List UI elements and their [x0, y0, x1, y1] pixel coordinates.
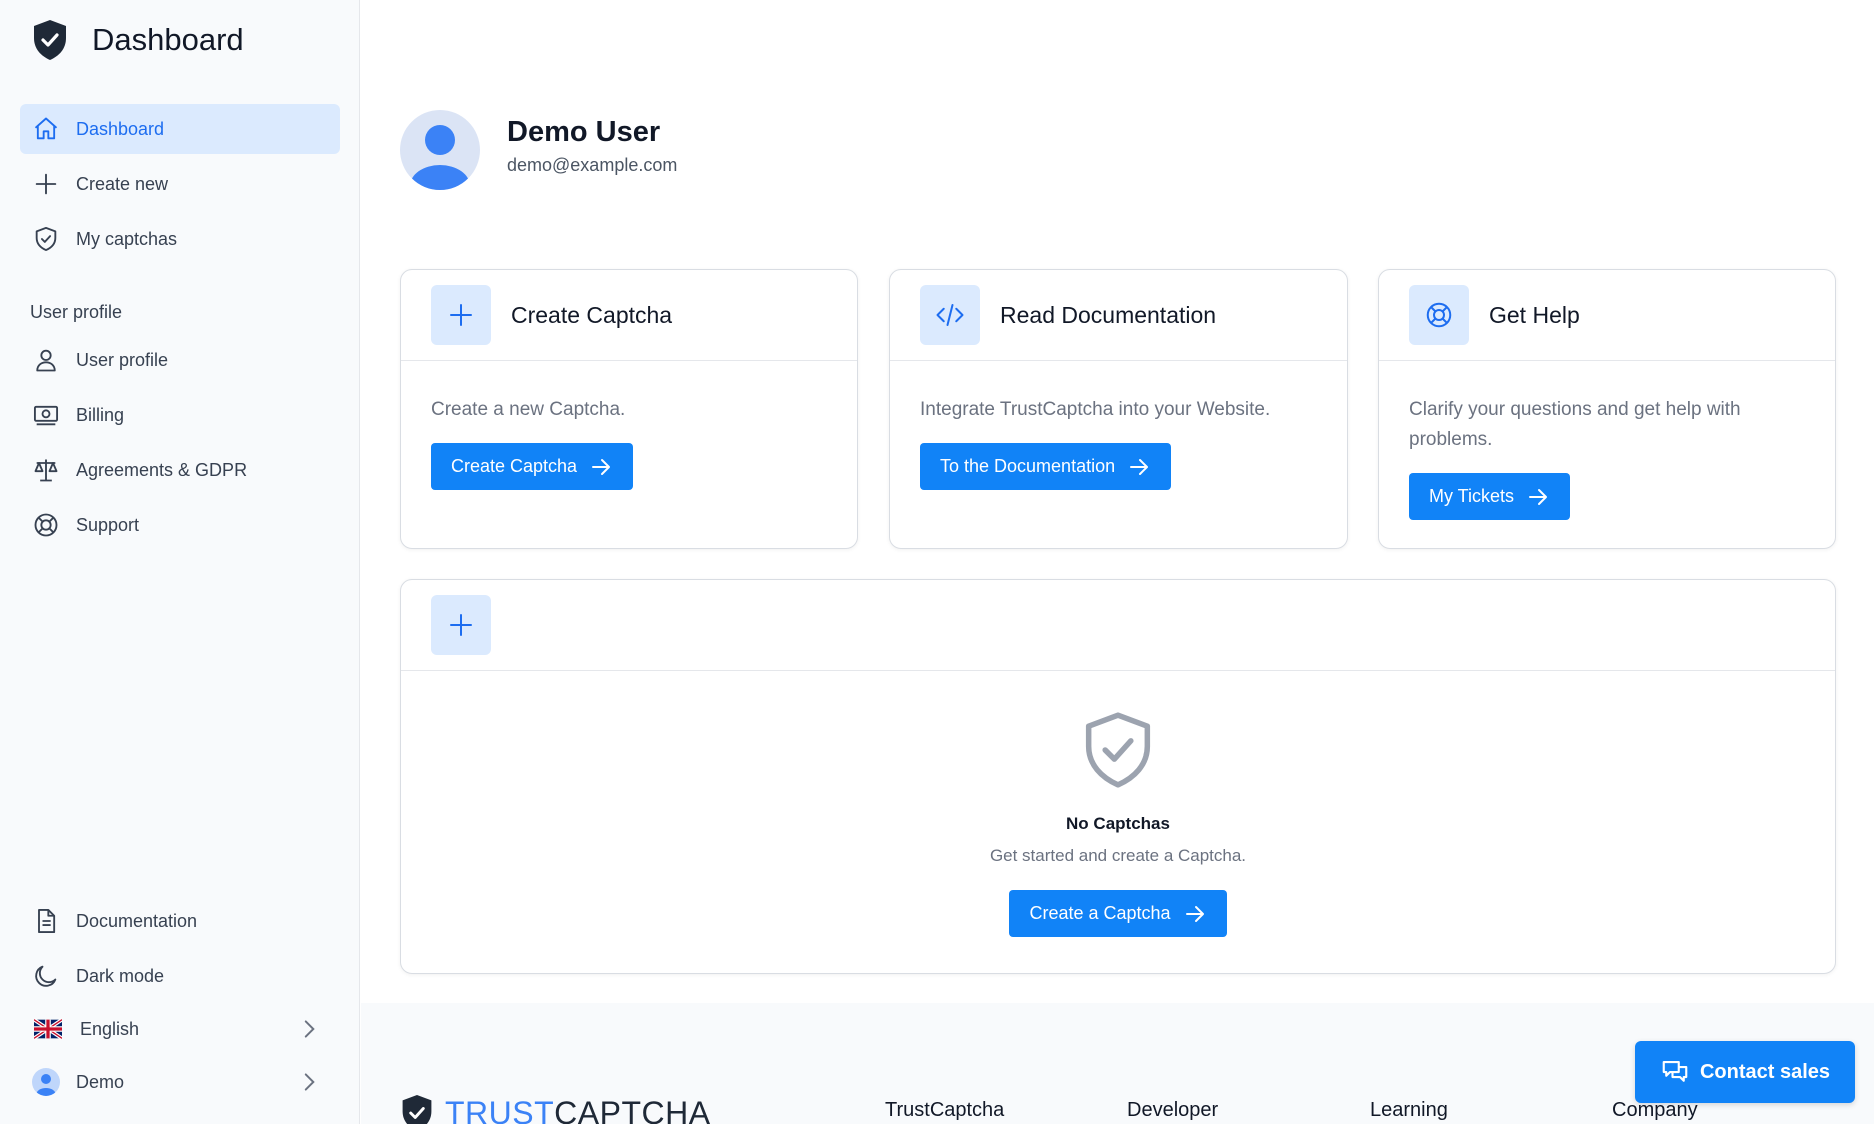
- sidebar-item-my-captchas[interactable]: My captchas: [20, 214, 340, 264]
- arrow-right-icon: [1529, 488, 1548, 505]
- button-label: Create a Captcha: [1029, 903, 1171, 923]
- get-help-card: Get Help Clarify your questions and get …: [1378, 269, 1836, 549]
- plus-icon: [431, 285, 491, 345]
- scale-icon: [32, 456, 60, 484]
- card-title: Get Help: [1489, 301, 1580, 328]
- sidebar-item-create-new[interactable]: Create new: [20, 159, 340, 209]
- sidebar-item-user-profile[interactable]: User profile: [20, 335, 340, 385]
- user-name: Demo User: [507, 116, 661, 148]
- footer-brand-part1: TRUST: [445, 1094, 555, 1124]
- sidebar-item-account[interactable]: Demo: [20, 1057, 340, 1107]
- shield-check-icon: [32, 225, 60, 253]
- main-content: Demo User demo@example.com Create Captch…: [361, 0, 1874, 1124]
- sidebar-item-dashboard[interactable]: Dashboard: [20, 104, 340, 154]
- contact-sales-button[interactable]: Contact sales: [1635, 1041, 1855, 1103]
- sidebar-item-label: English: [80, 1018, 140, 1039]
- lifebuoy-icon: [1409, 285, 1469, 345]
- brand[interactable]: Dashboard: [30, 18, 244, 62]
- user-email: demo@example.com: [507, 155, 678, 175]
- lifebuoy-icon: [32, 511, 60, 539]
- banknote-icon: [32, 401, 60, 429]
- card-description: Clarify your questions and get help with…: [1409, 399, 1741, 450]
- sidebar-item-billing[interactable]: Billing: [20, 390, 340, 440]
- footer-logo[interactable]: TRUSTCAPTCHA: [399, 1093, 711, 1124]
- user-profile-header: Demo User demo@example.com: [400, 110, 677, 190]
- to-documentation-button[interactable]: To the Documentation: [920, 443, 1172, 490]
- avatar-icon: [32, 1068, 60, 1096]
- sidebar-item-label: Billing: [76, 404, 125, 425]
- sidebar-item-language[interactable]: English: [20, 1004, 340, 1054]
- button-label: My Tickets: [1429, 486, 1515, 506]
- plus-icon: [32, 170, 60, 198]
- document-icon: [32, 907, 60, 935]
- footer-col-learning: Learning: [1370, 1099, 1448, 1121]
- button-label: Create Captcha: [451, 456, 578, 476]
- user-icon: [32, 346, 60, 374]
- read-documentation-card: Read Documentation Integrate TrustCaptch…: [889, 269, 1348, 549]
- sidebar-item-dark-mode[interactable]: Dark mode: [20, 951, 340, 1001]
- section-label-user-profile: User profile: [30, 302, 123, 322]
- code-icon: [920, 285, 980, 345]
- sidebar-item-label: Dark mode: [76, 965, 165, 986]
- footer-col-trustcaptcha: TrustCaptcha: [885, 1099, 1005, 1121]
- create-a-captcha-button[interactable]: Create a Captcha: [1009, 890, 1227, 937]
- footer-col-developer: Developer: [1127, 1099, 1219, 1121]
- chat-icon: [1662, 1060, 1688, 1082]
- my-tickets-button[interactable]: My Tickets: [1409, 473, 1571, 520]
- arrow-right-icon: [592, 458, 611, 475]
- empty-state-subtitle: Get started and create a Captcha.: [989, 846, 1247, 865]
- avatar: [400, 110, 480, 190]
- sidebar-item-label: Create new: [76, 173, 169, 194]
- button-label: To the Documentation: [940, 456, 1116, 476]
- shield-check-icon: [1085, 712, 1151, 788]
- moon-icon: [32, 962, 60, 990]
- sidebar-item-label: Dashboard: [76, 118, 165, 139]
- chevron-right-icon: [304, 1020, 315, 1038]
- add-captcha-button[interactable]: [431, 595, 491, 655]
- footer-brand-part2: CAPTCHA: [554, 1094, 711, 1124]
- brand-title: Dashboard: [92, 22, 244, 57]
- sidebar-item-label: Demo: [76, 1071, 125, 1092]
- card-title: Read Documentation: [1000, 301, 1217, 328]
- sidebar-item-label: My captchas: [76, 228, 178, 249]
- sidebar-item-support[interactable]: Support: [20, 500, 340, 550]
- card-description: Create a new Captcha.: [431, 399, 626, 420]
- sidebar-item-label: User profile: [76, 349, 169, 370]
- captchas-panel: No Captchas Get started and create a Cap…: [400, 579, 1836, 974]
- chevron-right-icon: [304, 1073, 315, 1091]
- arrow-right-icon: [1130, 458, 1149, 475]
- sidebar-item-label: Support: [76, 514, 140, 535]
- shield-logo-icon: [402, 1095, 432, 1124]
- home-icon: [32, 115, 60, 143]
- sidebar-item-label: Agreements & GDPR: [76, 459, 248, 480]
- plus-icon: [450, 614, 472, 636]
- empty-state: No Captchas Get started and create a Cap…: [401, 705, 1835, 937]
- uk-flag-icon: [30, 1015, 66, 1043]
- contact-sales-label: Contact sales: [1699, 1060, 1831, 1083]
- shield-logo-icon: [34, 20, 66, 60]
- sidebar: Dashboard Dashboard Create new My captch…: [0, 0, 360, 1124]
- create-captcha-button[interactable]: Create Captcha: [431, 443, 634, 490]
- sidebar-item-agreements[interactable]: Agreements & GDPR: [20, 445, 340, 495]
- card-description: Integrate TrustCaptcha into your Website…: [920, 399, 1271, 420]
- sidebar-item-label: Documentation: [76, 910, 198, 931]
- arrow-right-icon: [1185, 905, 1204, 922]
- empty-state-title: No Captchas: [1066, 814, 1170, 833]
- create-captcha-card: Create Captcha Create a new Captcha. Cre…: [400, 269, 858, 549]
- sidebar-item-documentation[interactable]: Documentation: [20, 896, 340, 946]
- card-title: Create Captcha: [511, 301, 673, 328]
